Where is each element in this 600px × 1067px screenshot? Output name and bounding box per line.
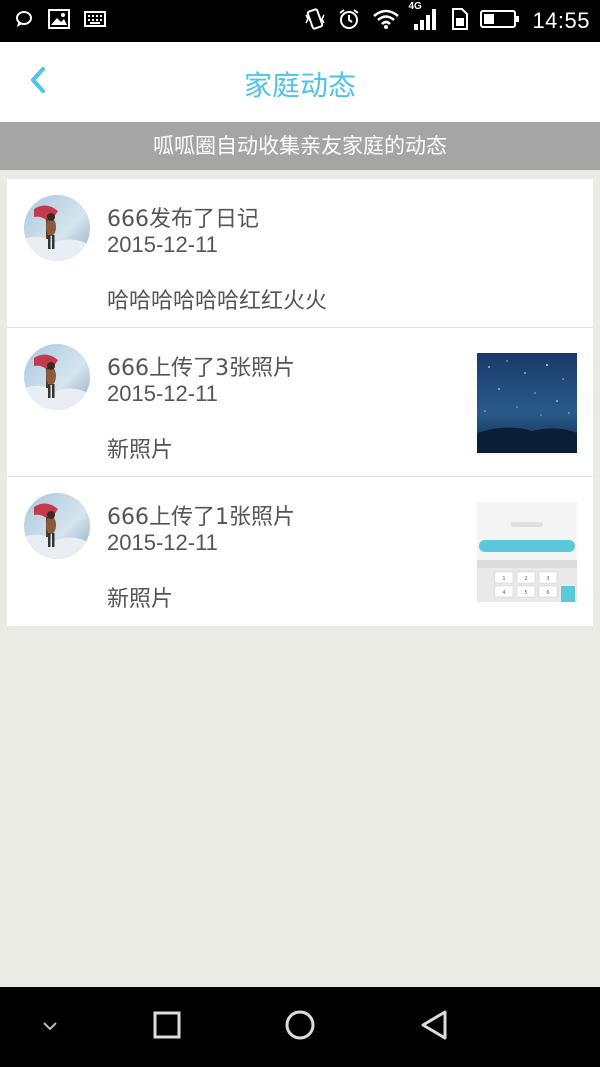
back-nav-button[interactable] bbox=[416, 1009, 452, 1045]
nav-bar bbox=[0, 987, 600, 1067]
clock: 14:55 bbox=[532, 8, 590, 33]
sim-icon bbox=[450, 8, 469, 34]
status-left bbox=[14, 8, 106, 34]
thumb-key: 2 bbox=[524, 576, 527, 582]
starry-night-thumbnail[interactable] bbox=[477, 353, 577, 453]
item-content: 新照片 bbox=[107, 587, 174, 612]
recent-apps-icon bbox=[152, 1010, 182, 1044]
keyboard-screenshot-thumbnail[interactable]: 1 2 3 4 5 6 bbox=[477, 502, 577, 602]
item-title: 666上传了3张照片 bbox=[107, 356, 295, 381]
alarm-icon bbox=[338, 8, 360, 34]
avatar[interactable] bbox=[24, 344, 90, 410]
battery-icon bbox=[480, 9, 520, 33]
item-date: 2015-12-11 bbox=[107, 530, 218, 555]
item-title: 666上传了1张照片 bbox=[107, 505, 295, 530]
avatar[interactable] bbox=[24, 195, 90, 261]
item-content: 新照片 bbox=[107, 438, 174, 463]
signal-icon: 4G bbox=[408, 1, 438, 35]
status-right: 4G 14:55 bbox=[304, 1, 590, 36]
feed-list: 666发布了日记 2015-12-11 哈哈哈哈哈哈红红火火 666上传了3张照… bbox=[7, 179, 593, 626]
app-header: 家庭动态 bbox=[0, 42, 600, 122]
wifi-icon bbox=[372, 8, 400, 34]
status-bar: 4G 14:55 bbox=[0, 0, 600, 42]
home-button[interactable] bbox=[282, 1009, 318, 1045]
vibrate-icon bbox=[304, 7, 326, 35]
thumb-key: 4 bbox=[502, 590, 505, 596]
page-title: 家庭动态 bbox=[243, 69, 356, 102]
thumb-key: 6 bbox=[546, 590, 549, 596]
item-date: 2015-12-11 bbox=[107, 381, 218, 406]
feed-item[interactable]: 666发布了日记 2015-12-11 哈哈哈哈哈哈红红火火 bbox=[7, 179, 593, 328]
feed-item[interactable]: 666上传了1张照片 2015-12-11 新照片 1 2 3 4 5 6 bbox=[7, 477, 593, 626]
chat-icon bbox=[14, 9, 34, 33]
item-content: 哈哈哈哈哈哈红红火火 bbox=[107, 289, 328, 314]
keyboard-icon bbox=[84, 11, 106, 31]
chevron-down-button[interactable] bbox=[32, 1009, 68, 1045]
thumb-key: 3 bbox=[546, 576, 549, 582]
item-title: 666发布了日记 bbox=[107, 207, 259, 232]
feed-item[interactable]: 666上传了3张照片 2015-12-11 新照片 bbox=[7, 328, 593, 477]
recent-apps-button[interactable] bbox=[149, 1009, 185, 1045]
image-icon bbox=[48, 9, 70, 33]
item-date: 2015-12-11 bbox=[107, 232, 218, 257]
back-icon bbox=[419, 1009, 449, 1045]
thumb-key: 1 bbox=[502, 576, 505, 582]
network-type: 4G bbox=[408, 1, 422, 12]
home-icon bbox=[284, 1009, 316, 1045]
chevron-down-icon bbox=[40, 1018, 60, 1037]
info-banner: 呱呱圈自动收集亲友家庭的动态 bbox=[0, 122, 600, 170]
thumb-key: 5 bbox=[524, 590, 527, 596]
avatar[interactable] bbox=[24, 493, 90, 559]
